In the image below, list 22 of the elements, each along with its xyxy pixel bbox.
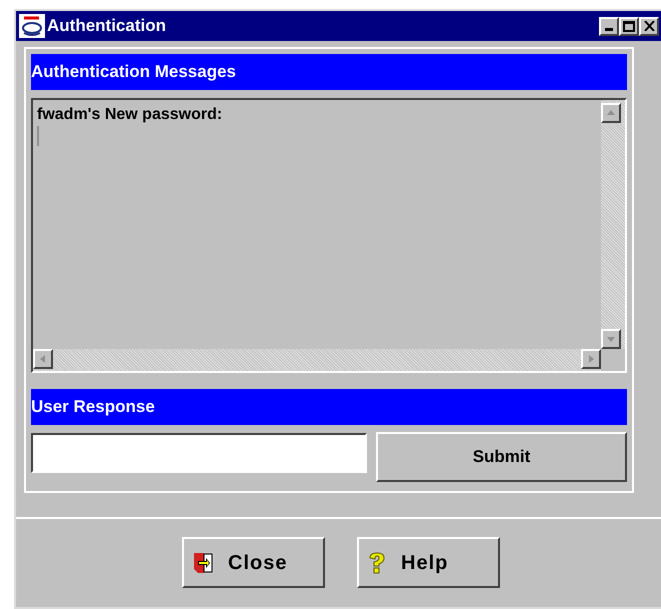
close-window-button[interactable] xyxy=(639,16,659,36)
scroll-right-button[interactable] xyxy=(581,349,601,369)
message-text: fwadm's New password: xyxy=(37,106,224,124)
section-header: Authentication Messages xyxy=(31,54,627,90)
scroll-left-button[interactable] xyxy=(33,349,53,369)
text-cursor xyxy=(37,126,39,146)
close-icon xyxy=(644,21,654,31)
app-icon xyxy=(19,14,45,38)
minimize-button[interactable] xyxy=(599,16,619,36)
maximize-icon xyxy=(623,20,635,32)
exit-door-icon xyxy=(192,550,214,574)
maximize-button[interactable] xyxy=(619,16,639,36)
scroll-down-button[interactable] xyxy=(601,329,621,349)
minimize-icon xyxy=(605,28,613,30)
help-button[interactable]: Help xyxy=(357,537,500,588)
question-mark-icon xyxy=(367,550,387,574)
window-title: Authentication xyxy=(47,15,167,38)
response-field[interactable] xyxy=(31,433,367,473)
close-button[interactable]: Close xyxy=(182,537,325,588)
submit-button[interactable]: Submit xyxy=(376,432,627,482)
scroll-up-button[interactable] xyxy=(601,103,621,123)
section-header: User Response xyxy=(31,389,627,425)
